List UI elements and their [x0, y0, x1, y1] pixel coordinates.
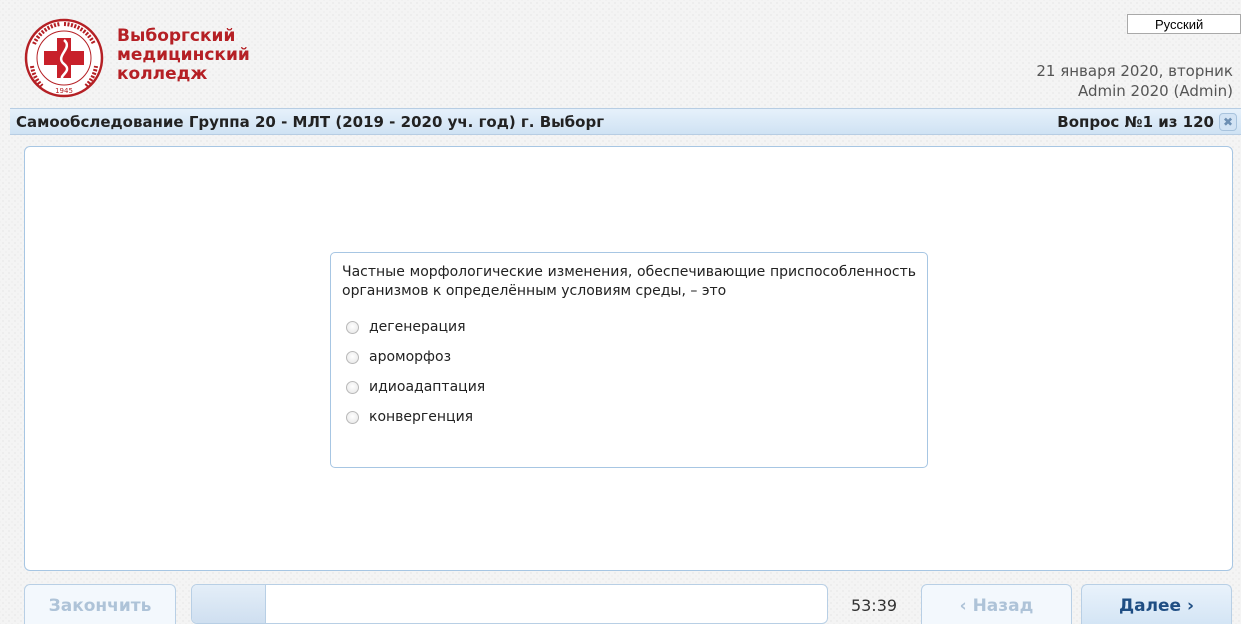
answer-option[interactable]: конвергенция	[342, 402, 916, 432]
radio-button[interactable]	[346, 410, 359, 424]
college-name-line-3: колледж	[117, 64, 208, 84]
language-select[interactable]: Русский	[1127, 14, 1241, 34]
answer-label: ароморфоз	[369, 349, 452, 365]
finish-button[interactable]: Закончить	[24, 584, 176, 624]
progress-fill	[192, 585, 267, 623]
radio-button[interactable]	[346, 320, 359, 334]
next-button[interactable]: Далее ›	[1081, 584, 1232, 624]
answer-label: конвергенция	[369, 409, 474, 425]
answer-label: идиоадаптация	[369, 379, 486, 395]
college-logo: 1945	[24, 18, 104, 98]
college-name-line-1: Выборгский	[117, 26, 236, 46]
answer-option[interactable]: ароморфоз	[342, 342, 916, 372]
college-name: Выборгский медицинский колледж	[117, 27, 250, 84]
answer-option[interactable]: идиоадаптация	[342, 372, 916, 402]
close-icon[interactable]: ✖	[1219, 113, 1237, 131]
progress-bar	[191, 584, 828, 624]
question-text: Частные морфологические изменения, обесп…	[342, 264, 916, 299]
test-title-bar: Самообследование Группа 20 - МЛТ (2019 -…	[10, 108, 1241, 135]
answer-list: дегенерация ароморфоз идиоадаптация конв…	[342, 312, 916, 432]
radio-button[interactable]	[346, 380, 359, 394]
question-counter: Вопрос №1 из 120	[1057, 113, 1214, 131]
college-name-line-2: медицинский	[117, 45, 250, 65]
radio-button[interactable]	[346, 350, 359, 364]
answer-label: дегенерация	[369, 319, 466, 335]
timer: 53:39	[850, 596, 898, 615]
back-button[interactable]: ‹ Назад	[921, 584, 1072, 624]
test-title: Самообследование Группа 20 - МЛТ (2019 -…	[16, 113, 605, 131]
current-date: 21 января 2020, вторник	[1036, 62, 1233, 80]
svg-text:1945: 1945	[55, 87, 73, 95]
answer-option[interactable]: дегенерация	[342, 312, 916, 342]
page-header: 1945 Выборгский медицинский колледж Русс…	[0, 0, 1241, 105]
footer-bar: Закончить 53:39 ‹ Назад Далее ›	[0, 584, 1241, 624]
question-box: Частные морфологические изменения, обесп…	[330, 252, 928, 468]
current-user: Admin 2020 (Admin)	[1077, 82, 1233, 100]
